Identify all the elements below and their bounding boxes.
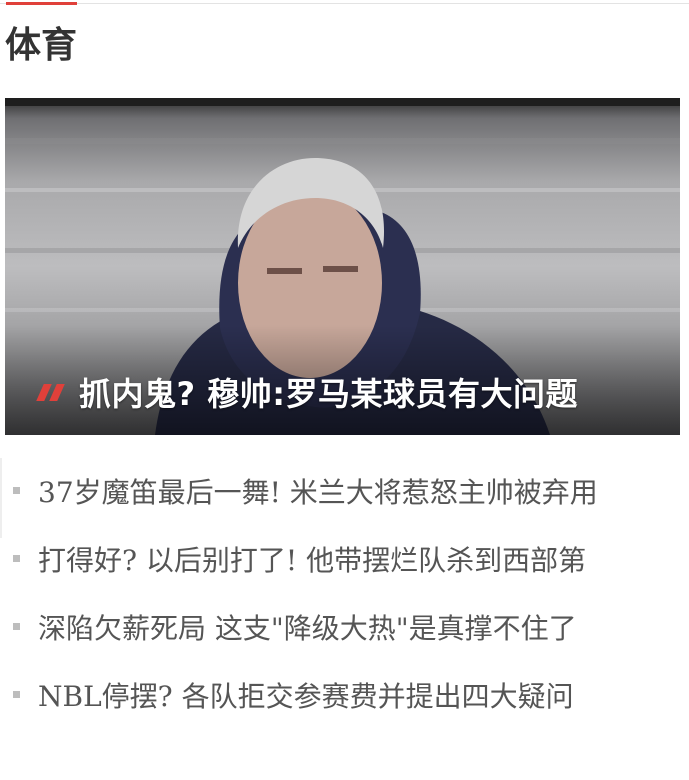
square-bullet-icon [13, 555, 20, 562]
list-item[interactable]: 深陷欠薪死局 这支"降级大热"是真撑不住了 [0, 598, 689, 666]
section-title: 体育 [5, 25, 78, 66]
news-headline[interactable]: 打得好? 以后别打了! 他带摆烂队杀到西部第 [38, 542, 678, 580]
section-accent-bar [6, 2, 77, 5]
hero-card[interactable]: 抓内鬼? 穆帅:罗马某球员有大问题 [5, 98, 680, 435]
list-item[interactable]: NBL停摆? 各队拒交参赛费并提出四大疑问 [0, 666, 689, 734]
list-item[interactable]: 37岁魔笛最后一舞! 米兰大将惹怒主帅被弃用 [0, 462, 689, 530]
news-headline[interactable]: 37岁魔笛最后一舞! 米兰大将惹怒主帅被弃用 [38, 474, 678, 512]
list-item[interactable]: 打得好? 以后别打了! 他带摆烂队杀到西部第 [0, 530, 689, 598]
hero-caption: 抓内鬼? 穆帅:罗马某球员有大问题 [36, 369, 578, 415]
square-bullet-icon [13, 691, 20, 698]
news-headline[interactable]: NBL停摆? 各队拒交参赛费并提出四大疑问 [38, 678, 678, 716]
news-list: 37岁魔笛最后一舞! 米兰大将惹怒主帅被弃用 打得好? 以后别打了! 他带摆烂队… [0, 462, 689, 734]
square-bullet-icon [13, 623, 20, 630]
top-divider [0, 3, 689, 4]
hero-title[interactable]: 抓内鬼? 穆帅:罗马某球员有大问题 [79, 369, 578, 415]
square-bullet-icon [13, 487, 20, 494]
news-headline[interactable]: 深陷欠薪死局 这支"降级大热"是真撑不住了 [38, 610, 678, 648]
double-slash-icon [36, 383, 66, 401]
